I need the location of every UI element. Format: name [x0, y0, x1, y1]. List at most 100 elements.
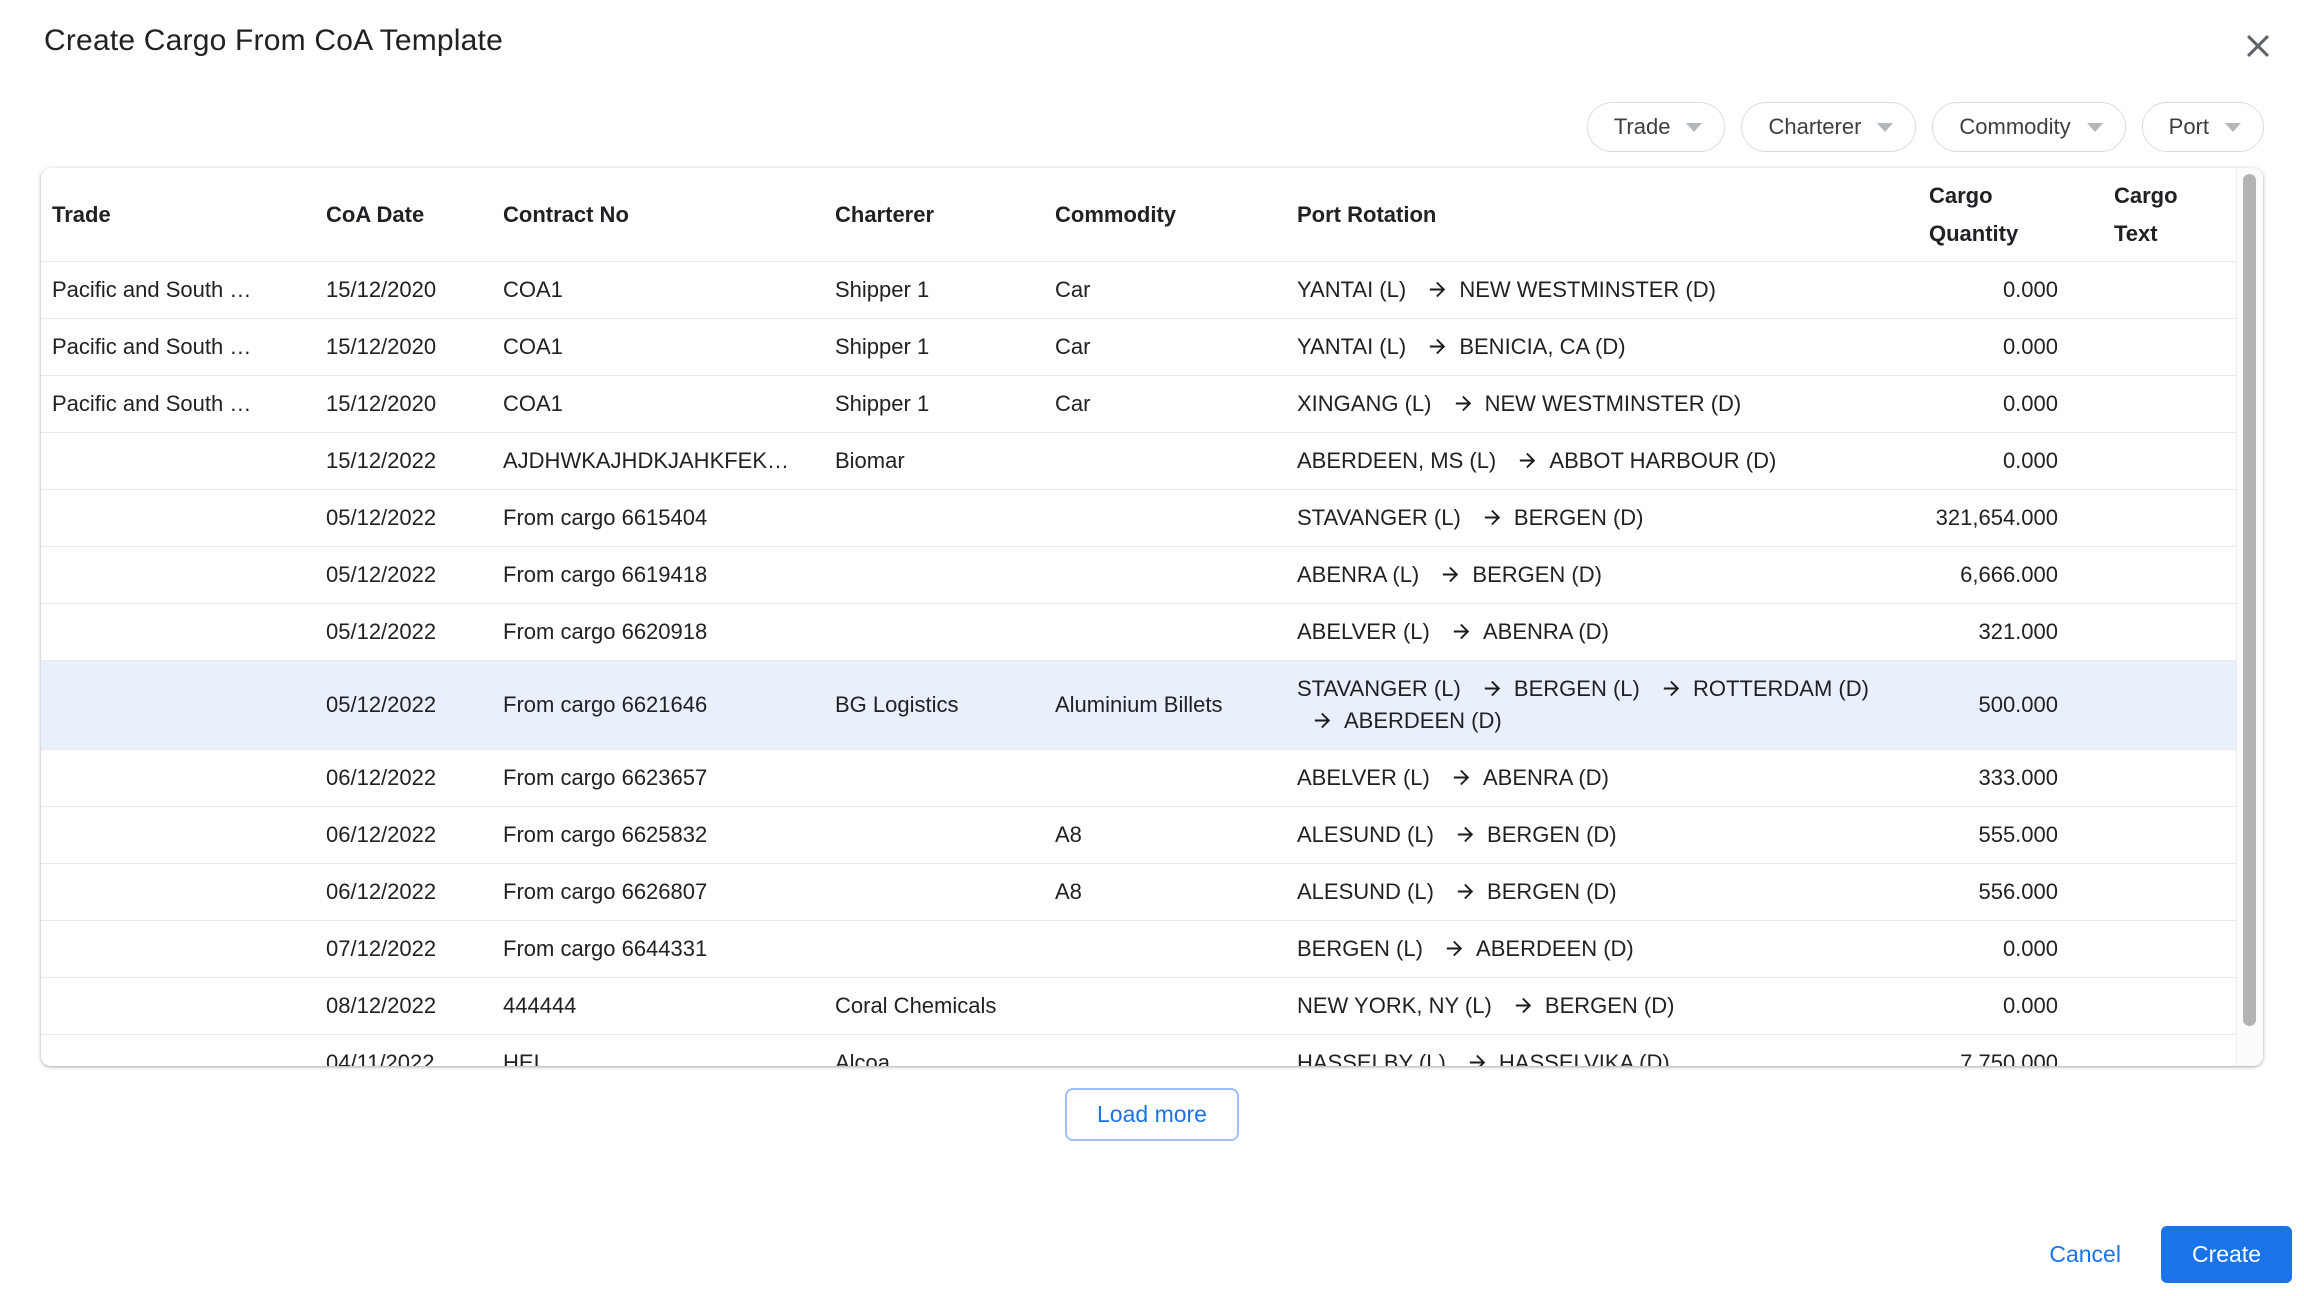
table-row[interactable]: 04/11/2022HEIAlcoaHASSELBY (L) HASSELVIK…	[41, 1035, 2237, 1067]
trade-filter-label: Trade	[1614, 114, 1671, 140]
scrollbar-thumb[interactable]	[2243, 174, 2256, 1026]
cell-contract-no: HEI	[503, 1035, 835, 1067]
cell-charterer: Shipper 1	[835, 319, 1055, 376]
port-stop: BERGEN (D)	[1498, 990, 1675, 1022]
cell-trade	[41, 604, 326, 661]
cell-commodity: Car	[1055, 262, 1289, 319]
table-row[interactable]: 06/12/2022From cargo 6626807A8ALESUND (L…	[41, 864, 2237, 921]
cell-contract-no: COA1	[503, 319, 835, 376]
cell-cargo-quantity: 7.750.000	[1929, 1035, 2075, 1067]
cell-cargo-quantity: 0.000	[1929, 319, 2075, 376]
cell-cargo-text	[2075, 547, 2237, 604]
table-row[interactable]: 05/12/2022From cargo 6619418ABENRA (L) B…	[41, 547, 2237, 604]
cell-coa-date: 07/12/2022	[326, 921, 503, 978]
port-stop: BERGEN (D)	[1440, 819, 1617, 851]
table-row[interactable]: 06/12/2022From cargo 6625832A8ALESUND (L…	[41, 807, 2237, 864]
cell-cargo-quantity: 0.000	[1929, 978, 2075, 1035]
table-row[interactable]: 05/12/2022From cargo 6620918ABELVER (L) …	[41, 604, 2237, 661]
port-stop: ABENRA (D)	[1436, 616, 1609, 648]
cell-cargo-text	[2075, 864, 2237, 921]
port-stop: BERGEN (D)	[1440, 876, 1617, 908]
cell-contract-no: From cargo 6626807	[503, 864, 835, 921]
table-row[interactable]: Pacific and South …15/12/2020COA1Shipper…	[41, 376, 2237, 433]
cell-commodity: Car	[1055, 319, 1289, 376]
cell-trade: Pacific and South …	[41, 319, 326, 376]
cell-port-rotation: ABENRA (L) BERGEN (D)	[1289, 547, 1929, 604]
cancel-button[interactable]: Cancel	[2049, 1241, 2121, 1268]
cell-trade	[41, 1035, 326, 1067]
cell-cargo-text	[2075, 807, 2237, 864]
cell-port-rotation: ALESUND (L) BERGEN (D)	[1289, 807, 1929, 864]
cell-commodity: Aluminium Billets	[1055, 661, 1289, 750]
port-filter-label: Port	[2169, 114, 2209, 140]
cell-cargo-text	[2075, 490, 2237, 547]
port-stop: NEW YORK, NY (L)	[1297, 990, 1492, 1022]
cell-port-rotation: HASSELBY (L) HASSELVIKA (D)	[1289, 1035, 1929, 1067]
page-title: Create Cargo From CoA Template	[44, 24, 503, 58]
port-stop: BERGEN (D)	[1467, 502, 1644, 534]
cell-commodity	[1055, 978, 1289, 1035]
cell-cargo-quantity: 0.000	[1929, 376, 2075, 433]
port-filter-dropdown[interactable]: Port	[2142, 102, 2264, 152]
cell-coa-date: 15/12/2020	[326, 262, 503, 319]
cell-contract-no: 444444	[503, 978, 835, 1035]
cell-commodity: A8	[1055, 807, 1289, 864]
port-stop: XINGANG (L)	[1297, 388, 1431, 420]
table-row[interactable]: 05/12/2022From cargo 6621646BG Logistics…	[41, 661, 2237, 750]
close-button[interactable]	[2238, 26, 2278, 66]
port-stop: ABELVER (L)	[1297, 762, 1430, 794]
port-stop: ABERDEEN (D)	[1429, 933, 1634, 965]
port-stop: ABERDEEN (D)	[1297, 705, 1502, 737]
table-row[interactable]: 08/12/2022444444Coral ChemicalsNEW YORK,…	[41, 978, 2237, 1035]
table-row[interactable]: 06/12/2022From cargo 6623657ABELVER (L) …	[41, 750, 2237, 807]
cell-coa-date: 06/12/2022	[326, 807, 503, 864]
cell-charterer: Biomar	[835, 433, 1055, 490]
scrollbar-track[interactable]	[2236, 168, 2263, 1066]
port-stop: ABENRA (D)	[1436, 762, 1609, 794]
cell-charterer: Alcoa	[835, 1035, 1055, 1067]
port-stop: NEW WESTMINSTER (D)	[1438, 388, 1742, 420]
column-header-cargo-text: Cargo Text	[2075, 168, 2237, 262]
cell-contract-no: From cargo 6620918	[503, 604, 835, 661]
cell-commodity	[1055, 604, 1289, 661]
table-row[interactable]: Pacific and South …15/12/2020COA1Shipper…	[41, 262, 2237, 319]
cell-contract-no: COA1	[503, 262, 835, 319]
cell-port-rotation: ABELVER (L) ABENRA (D)	[1289, 750, 1929, 807]
cell-cargo-quantity: 0.000	[1929, 262, 2075, 319]
trade-filter-dropdown[interactable]: Trade	[1587, 102, 1726, 152]
cell-coa-date: 15/12/2022	[326, 433, 503, 490]
create-button[interactable]: Create	[2161, 1226, 2292, 1283]
port-stop: NEW WESTMINSTER (D)	[1412, 274, 1716, 306]
commodity-filter-dropdown[interactable]: Commodity	[1932, 102, 2125, 152]
cell-trade	[41, 921, 326, 978]
cell-charterer: BG Logistics	[835, 661, 1055, 750]
cell-trade	[41, 490, 326, 547]
cell-trade	[41, 433, 326, 490]
table-row[interactable]: 05/12/2022From cargo 6615404STAVANGER (L…	[41, 490, 2237, 547]
cell-cargo-text	[2075, 750, 2237, 807]
arrow-right-icon	[1512, 994, 1535, 1017]
cell-contract-no: COA1	[503, 376, 835, 433]
load-more-button[interactable]: Load more	[1065, 1088, 1239, 1141]
cell-trade	[41, 807, 326, 864]
port-stop: HASSELVIKA (D)	[1452, 1047, 1670, 1066]
table-row[interactable]: Pacific and South …15/12/2020COA1Shipper…	[41, 319, 2237, 376]
port-stop: ABBOT HARBOUR (D)	[1502, 445, 1776, 477]
cell-trade	[41, 978, 326, 1035]
port-stop: BENICIA, CA (D)	[1412, 331, 1625, 363]
charterer-filter-label: Charterer	[1768, 114, 1861, 140]
charterer-filter-dropdown[interactable]: Charterer	[1741, 102, 1916, 152]
cell-charterer	[835, 547, 1055, 604]
cell-cargo-quantity: 0.000	[1929, 921, 2075, 978]
table-row[interactable]: 15/12/2022AJDHWKAJHDKJAHKFEK…BiomarABERD…	[41, 433, 2237, 490]
table-row[interactable]: 07/12/2022From cargo 6644331BERGEN (L) A…	[41, 921, 2237, 978]
arrow-right-icon	[1450, 620, 1473, 643]
cell-coa-date: 06/12/2022	[326, 864, 503, 921]
cell-contract-no: AJDHWKAJHDKJAHKFEK…	[503, 433, 835, 490]
cell-charterer	[835, 604, 1055, 661]
cell-commodity	[1055, 547, 1289, 604]
create-cargo-dialog: Create Cargo From CoA Template Trade Cha…	[0, 0, 2304, 1296]
cell-port-rotation: BERGEN (L) ABERDEEN (D)	[1289, 921, 1929, 978]
port-stop: ROTTERDAM (D)	[1646, 673, 1869, 705]
cell-coa-date: 05/12/2022	[326, 490, 503, 547]
